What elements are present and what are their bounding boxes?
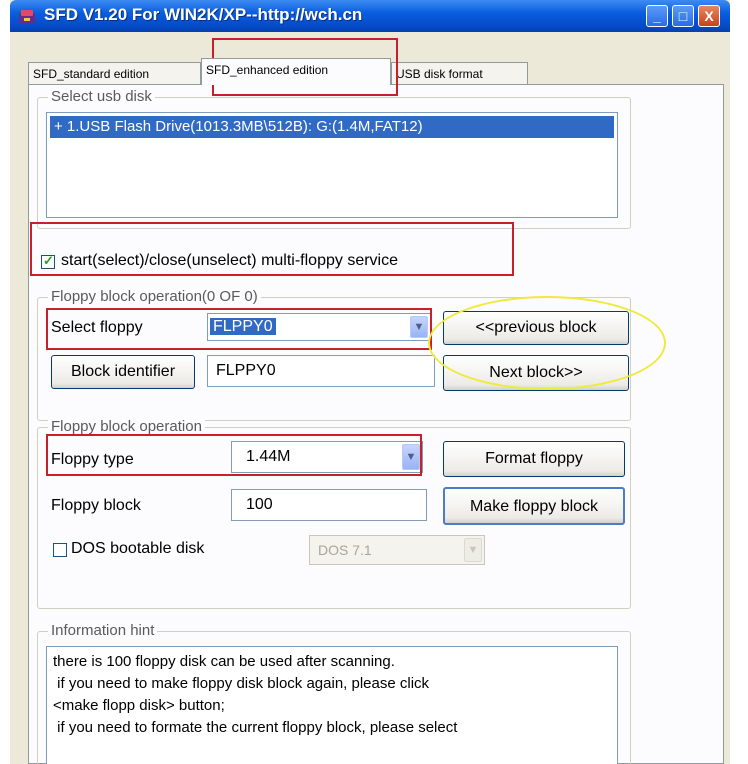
maximize-icon: □ xyxy=(678,8,688,24)
tab-enhanced-edition[interactable]: SFD_enhanced edition xyxy=(201,58,391,85)
dos-version-dropdown[interactable]: ▼ xyxy=(464,538,482,562)
floppy-type-highlight-annotation xyxy=(46,434,422,476)
hint-line: <make flopp disk> button; xyxy=(53,697,225,714)
block-identifier-button[interactable]: Block identifier xyxy=(51,355,195,389)
floppy-block-label: Floppy block xyxy=(51,497,141,514)
dos-bootable-checkbox[interactable] xyxy=(53,543,67,557)
select-usb-group: Select usb disk + 1.USB Flash Drive(1013… xyxy=(37,88,631,229)
multi-floppy-highlight-annotation xyxy=(30,222,514,276)
enhanced-edition-panel: Select usb disk + 1.USB Flash Drive(1013… xyxy=(28,84,724,764)
information-hint-text: there is 100 floppy disk can be used aft… xyxy=(53,651,457,739)
make-floppy-block-button[interactable]: Make floppy block xyxy=(443,487,625,525)
app-icon xyxy=(19,10,35,23)
hint-line: there is 100 floppy disk can be used aft… xyxy=(53,653,395,670)
chevron-down-icon: ▼ xyxy=(467,544,479,556)
maximize-button[interactable]: □ xyxy=(672,5,694,27)
dos-bootable-label: DOS bootable disk xyxy=(71,540,205,557)
floppy-block-op1-label: Floppy block operation(0 OF 0) xyxy=(48,288,261,305)
format-floppy-button[interactable]: Format floppy xyxy=(443,441,625,477)
tab-usb-disk-format[interactable]: USB disk format xyxy=(391,62,528,84)
close-button[interactable]: X xyxy=(698,5,720,27)
minimize-button[interactable]: _ xyxy=(646,5,668,27)
dos-version-value: DOS 7.1 xyxy=(318,542,372,558)
minimize-icon: _ xyxy=(653,8,661,24)
list-item[interactable]: + 1.USB Flash Drive(1013.3MB\512B): G:(1… xyxy=(50,116,614,138)
dos-version-combo[interactable]: DOS 7.1 ▼ xyxy=(309,535,485,565)
block-nav-highlight-annotation xyxy=(428,296,666,390)
floppy-block-field[interactable]: 100 xyxy=(231,489,427,521)
hint-line: if you need to formate the current flopp… xyxy=(53,719,458,736)
hint-line: if you need to make floppy disk block ag… xyxy=(53,675,430,692)
tab-standard-edition[interactable]: SFD_standard edition xyxy=(28,62,201,84)
app-window: SFD V1.20 For WIN2K/XP--http://wch.cn _ … xyxy=(10,0,730,764)
close-icon: X xyxy=(704,8,714,24)
block-identifier-field[interactable]: FLPPY0 xyxy=(207,355,435,387)
window-title: SFD V1.20 For WIN2K/XP--http://wch.cn xyxy=(44,5,363,24)
information-hint-label: Information hint xyxy=(48,622,158,639)
select-floppy-highlight-annotation xyxy=(46,308,432,350)
title-bar[interactable]: SFD V1.20 For WIN2K/XP--http://wch.cn _ … xyxy=(10,0,730,32)
information-hint-group: Information hint there is 100 floppy dis… xyxy=(37,622,631,764)
information-hint-textarea[interactable]: there is 100 floppy disk can be used aft… xyxy=(46,646,618,764)
floppy-block-op2-label: Floppy block operation xyxy=(48,418,205,435)
select-usb-label: Select usb disk xyxy=(48,88,155,105)
usb-disk-list[interactable]: + 1.USB Flash Drive(1013.3MB\512B): G:(1… xyxy=(46,112,618,218)
